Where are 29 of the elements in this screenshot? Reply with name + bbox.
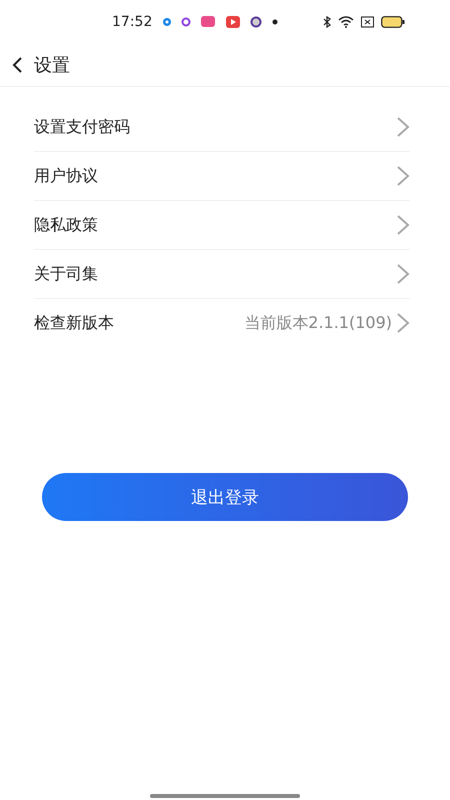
settings-item[interactable]: 隐私政策 [34, 201, 410, 250]
version-text: 当前版本2.1.1(109) [244, 312, 392, 334]
chevron-right-icon [396, 312, 410, 334]
sim-icon [361, 16, 374, 28]
bluetooth-icon [323, 16, 331, 28]
item-label: 检查新版本 [34, 312, 114, 334]
item-label: 隐私政策 [34, 214, 98, 236]
settings-item[interactable]: 设置支付密码 [34, 103, 410, 152]
chevron-right-icon [396, 165, 410, 187]
wifi-icon [338, 16, 354, 28]
item-label: 用户协议 [34, 166, 98, 186]
status-time: 17:52 [112, 14, 152, 30]
notification-icon [250, 16, 262, 28]
item-label: 设置支付密码 [34, 116, 130, 138]
play-icon [225, 15, 242, 29]
settings-item[interactable]: 用户协议 [34, 152, 410, 201]
dot-icon [271, 18, 280, 26]
logout-button[interactable]: 退出登录 [42, 473, 408, 521]
app-notification-icon [200, 15, 216, 29]
settings-item[interactable]: 关于司集 [34, 250, 410, 299]
notification-icon [181, 17, 192, 27]
notification-icon [162, 17, 172, 27]
settings-item[interactable]: 检查新版本 当前版本2.1.1(109) [34, 299, 410, 347]
page-title: 设置 [34, 54, 70, 77]
chevron-right-icon [396, 116, 410, 138]
item-label: 关于司集 [34, 264, 98, 284]
battery-icon [381, 16, 405, 28]
chevron-right-icon [396, 214, 410, 236]
chevron-right-icon [396, 263, 410, 285]
